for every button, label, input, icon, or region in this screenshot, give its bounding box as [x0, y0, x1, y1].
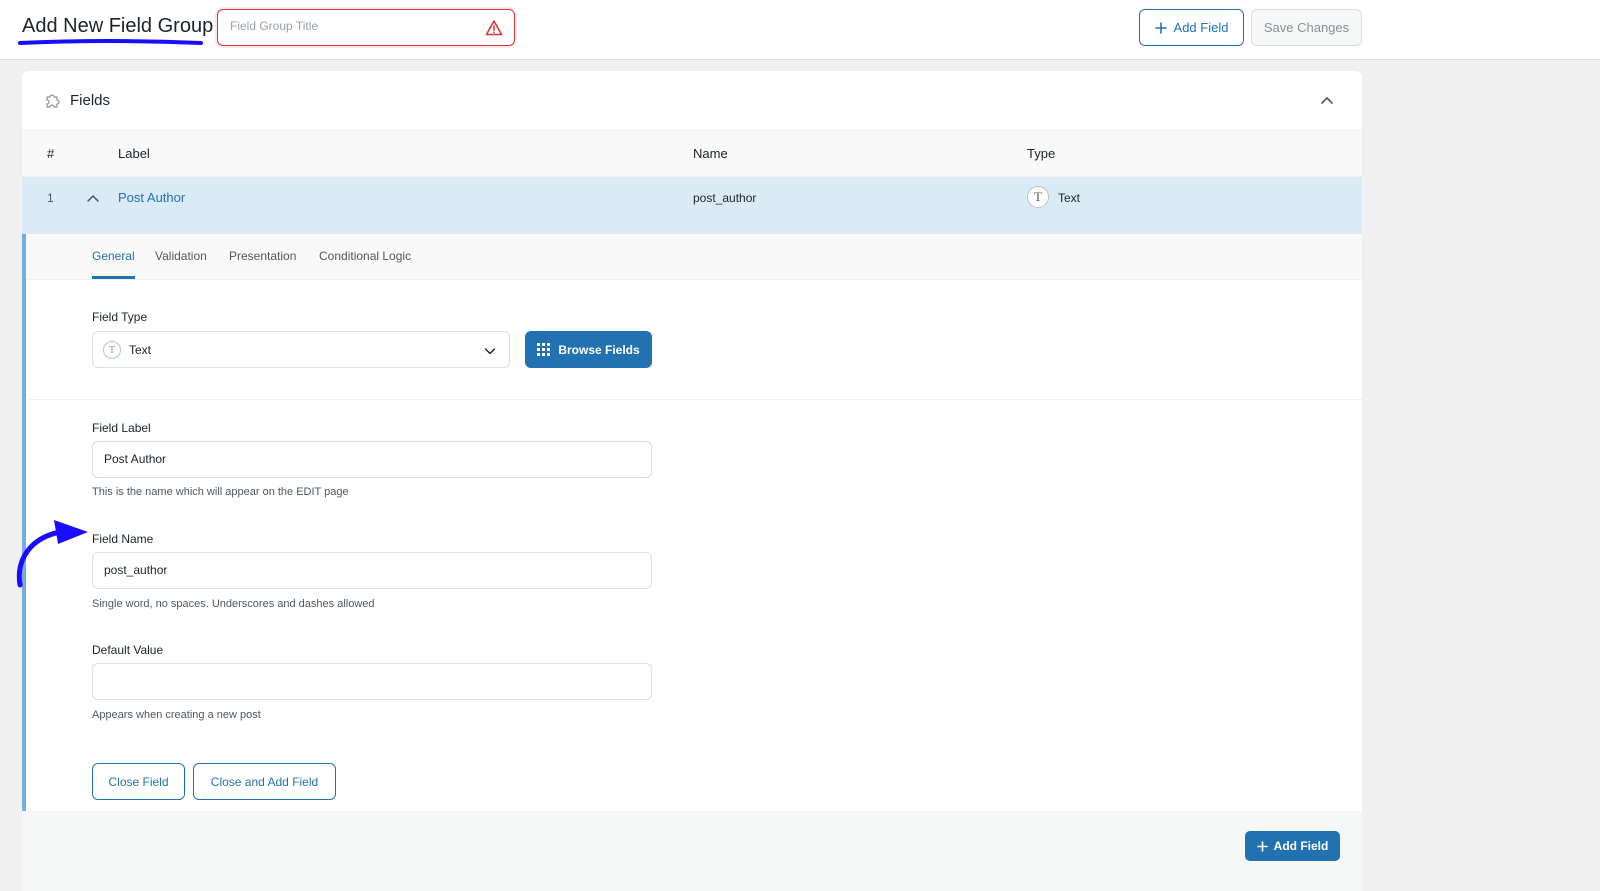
- add-field-button[interactable]: Add Field: [1139, 9, 1244, 46]
- page-title: Add New Field Group: [22, 15, 214, 37]
- default-value-help: Appears when creating a new post: [92, 709, 261, 721]
- chevron-down-icon: [484, 348, 496, 355]
- annotation-underline: [18, 39, 203, 45]
- field-settings: General Validation Presentation Conditio…: [22, 234, 1362, 811]
- text-type-icon: T: [1027, 186, 1049, 208]
- active-tab-indicator: [92, 276, 135, 279]
- warning-icon: [485, 20, 503, 36]
- text-type-icon: T: [103, 341, 121, 359]
- tab-general[interactable]: General: [92, 249, 135, 263]
- top-bar: Add New Field Group Add Field Save Chang…: [0, 0, 1600, 60]
- annotation-arrow-icon: [16, 520, 88, 588]
- chevron-up-icon[interactable]: [86, 191, 100, 205]
- field-type-select[interactable]: T Text: [92, 331, 510, 368]
- tab-conditional-logic[interactable]: Conditional Logic: [319, 249, 411, 263]
- field-group-title-input[interactable]: [230, 19, 470, 33]
- field-label-field[interactable]: [92, 441, 652, 478]
- field-row-type: Text: [1058, 191, 1081, 205]
- grid-icon: [537, 343, 551, 356]
- close-and-add-field-label: Close and Add Field: [210, 774, 319, 789]
- close-and-add-field-button[interactable]: Close and Add Field: [193, 763, 336, 800]
- browse-fields-button[interactable]: Browse Fields: [525, 331, 652, 368]
- close-field-button[interactable]: Close Field: [92, 763, 185, 800]
- field-type-label: Field Type: [92, 310, 148, 324]
- browse-fields-label: Browse Fields: [558, 342, 640, 357]
- plus-icon: [1256, 840, 1268, 852]
- panel-header[interactable]: Fields: [22, 71, 1362, 131]
- field-name-field[interactable]: [92, 552, 652, 589]
- column-name: Name: [693, 146, 728, 161]
- field-row-label[interactable]: Post Author: [118, 190, 185, 205]
- save-changes-label: Save Changes: [1263, 20, 1350, 35]
- field-name-label: Field Name: [92, 532, 154, 546]
- settings-tabs: General Validation Presentation Conditio…: [26, 234, 1362, 280]
- column-label: Label: [118, 146, 150, 161]
- field-group-title-field[interactable]: [217, 9, 515, 46]
- add-field-label: Add Field: [1173, 20, 1229, 35]
- close-field-label: Close Field: [108, 774, 169, 789]
- panel-footer: Add Field: [22, 811, 1362, 891]
- tab-presentation[interactable]: Presentation: [229, 249, 296, 263]
- save-changes-button[interactable]: Save Changes: [1251, 9, 1362, 46]
- field-name-help: Single word, no spaces. Underscores and …: [92, 598, 375, 610]
- field-label-help: This is the name which will appear on th…: [92, 486, 349, 498]
- panel-title: Fields: [70, 92, 111, 109]
- field-label-label: Field Label: [92, 421, 151, 435]
- footer-add-field-button[interactable]: Add Field: [1245, 831, 1340, 861]
- default-value-input[interactable]: [104, 674, 634, 688]
- fields-table-header: # Label Name Type: [22, 131, 1362, 177]
- default-value-label: Default Value: [92, 643, 164, 657]
- plus-icon: [1154, 21, 1167, 34]
- chevron-up-icon[interactable]: [1320, 93, 1334, 107]
- column-number: #: [47, 146, 55, 161]
- field-row[interactable]: 1 Post Author post_author T Text: [22, 177, 1362, 234]
- field-row-name: post_author: [693, 191, 757, 205]
- default-value-field[interactable]: [92, 663, 652, 700]
- field-label-input[interactable]: [104, 452, 634, 466]
- field-row-number: 1: [47, 191, 54, 205]
- field-type-value: Text: [129, 343, 152, 357]
- footer-add-field-label: Add Field: [1273, 839, 1329, 853]
- column-type: Type: [1027, 146, 1056, 161]
- section-divider: [26, 399, 1362, 400]
- puzzle-icon: [46, 94, 60, 108]
- field-name-input[interactable]: [104, 563, 634, 577]
- fields-panel: Fields # Label Name Type 1 Post Author p…: [22, 71, 1362, 891]
- tab-validation[interactable]: Validation: [155, 249, 207, 263]
